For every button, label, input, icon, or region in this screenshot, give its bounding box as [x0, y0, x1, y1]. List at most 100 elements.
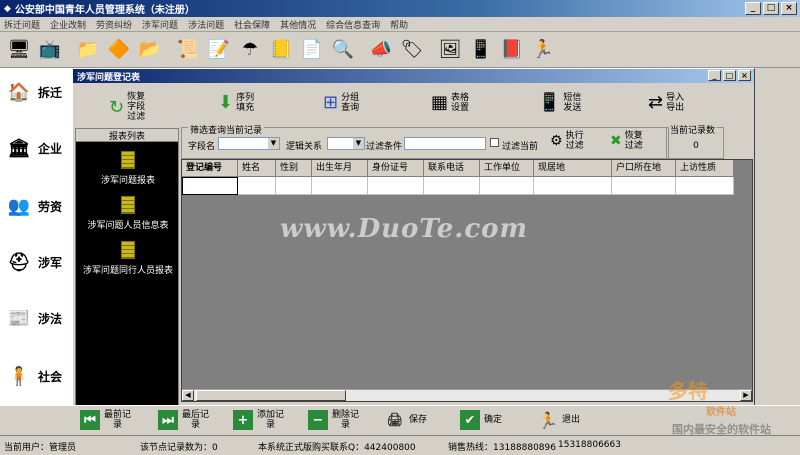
menu-item[interactable]: 帮助 [390, 18, 408, 31]
megaphone-icon[interactable]: 📣 [367, 35, 395, 65]
column-header[interactable]: 姓名 [238, 160, 276, 177]
notebook-icon[interactable]: 📒 [267, 35, 295, 65]
chevron-down-icon: ▼ [268, 138, 279, 149]
table-settings-button[interactable]: ▦ 表格 设置 [431, 92, 469, 113]
checkmark-icon: ✔ [460, 410, 480, 430]
restore-filter-button[interactable]: ✖ 恢复 过滤 [610, 131, 643, 151]
report-icon [121, 196, 135, 214]
table-cell[interactable] [182, 177, 238, 195]
exit-runner-icon: 🏃 [538, 410, 558, 430]
table-cell[interactable] [534, 177, 612, 195]
horizontal-scrollbar[interactable]: ◀ ▶ [182, 389, 752, 401]
report-item[interactable]: 涉军问题人员信息表 [76, 196, 180, 231]
group-query-button[interactable]: ⊞ 分组 查询 [323, 92, 359, 113]
delete-record-button[interactable]: − 删除记 录 [308, 410, 359, 430]
column-header[interactable]: 工作单位 [480, 160, 534, 177]
pda-icon[interactable]: 📱 [467, 35, 495, 65]
table-cell[interactable] [424, 177, 480, 195]
import-export-button[interactable]: ⇄ 导入 导出 [648, 92, 684, 113]
logo-watermark: 多特 软件站 国内最安全的软件站 [668, 375, 800, 437]
tag-icon[interactable]: 🏷 [398, 35, 426, 65]
menu-item[interactable]: 社会保障 [234, 18, 270, 31]
column-header[interactable]: 出生年月 [312, 160, 368, 177]
table-cell[interactable] [480, 177, 534, 195]
menu-item[interactable]: 涉军问题 [142, 18, 178, 31]
nav-item-social[interactable]: 🧍 社会 [6, 366, 62, 387]
condition-input[interactable] [404, 137, 486, 150]
confirm-button[interactable]: ✔ 确定 [460, 410, 502, 430]
exit-runner-icon[interactable]: 🏃 [529, 35, 557, 65]
child-minimize-button[interactable]: _ [708, 70, 721, 81]
close-button[interactable]: × [781, 2, 797, 15]
add-record-button[interactable]: + 添加记 录 [233, 410, 284, 430]
menu-item[interactable]: 劳资纠纷 [96, 18, 132, 31]
menu-item[interactable]: 拆迁问题 [4, 18, 40, 31]
report-list: 报表列表 涉军问题报表 涉军问题人员信息表 涉军问题同行人员报表 [75, 128, 179, 434]
column-header[interactable]: 性别 [276, 160, 312, 177]
table-icon: ▦ [431, 92, 449, 113]
shapes-icon[interactable]: 🔶 [105, 35, 133, 65]
table-cell[interactable] [612, 177, 676, 195]
plus-icon: + [233, 410, 253, 430]
document-search-icon[interactable]: 📄 [298, 35, 326, 65]
picture-icon[interactable]: 🖼 [436, 35, 464, 65]
minimize-button[interactable]: _ [745, 2, 761, 15]
child-maximize-button[interactable]: □ [723, 70, 736, 81]
data-grid[interactable]: 登记编号 姓名 性别 出生年月 身份证号 联系电话 工作单位 现居地 户口所在地… [181, 159, 753, 402]
scroll-icon[interactable]: 📜 [174, 35, 202, 65]
menu-item[interactable]: 其他情况 [280, 18, 316, 31]
child-close-button[interactable]: × [738, 70, 751, 81]
sequence-fill-button[interactable]: ⬇ 序列 填充 [218, 92, 254, 113]
record-count-legend: 当前记录数 [669, 123, 717, 136]
table-cell[interactable] [312, 177, 368, 195]
column-header[interactable]: 现居地 [534, 160, 612, 177]
report-item[interactable]: 涉军问题同行人员报表 [76, 241, 180, 276]
scroll-thumb[interactable] [196, 390, 346, 401]
maximize-button[interactable]: □ [763, 2, 779, 15]
nav-item-labor[interactable]: 👥 劳资 [6, 196, 62, 217]
column-header[interactable]: 登记编号 [182, 160, 238, 177]
first-record-button[interactable]: ⏮ 最前记 录 [80, 410, 131, 430]
restore-field-filter-button[interactable]: ↻ 恢复 字段 过滤 [109, 92, 145, 122]
chevron-down-icon: ▼ [353, 138, 364, 149]
column-header[interactable]: 身份证号 [368, 160, 424, 177]
folder-icon[interactable]: 📁 [74, 35, 102, 65]
menu-item[interactable]: 综合信息查询 [326, 18, 380, 31]
status-bar: 当前用户：管理员 该节点记录数为：0 本系统正式版购买联系Q：442400800… [0, 435, 800, 455]
record-count-value: 0 [693, 141, 699, 151]
filter-current-checkbox[interactable] [490, 138, 499, 147]
sms-send-button[interactable]: 📱 短信 发送 [538, 92, 581, 113]
field-name-select[interactable]: ▼ [218, 137, 280, 150]
nav-item-military[interactable]: ⛑ 涉军 [6, 252, 62, 273]
save-button[interactable]: 🖨 保存 [385, 410, 427, 430]
column-header[interactable]: 户口所在地 [612, 160, 676, 177]
magnifier-icon[interactable]: 🔍 [329, 35, 357, 65]
house-icon: 🏠 [7, 82, 31, 103]
monitor-icon[interactable]: 📺 [36, 35, 64, 65]
menu-item[interactable]: 企业改制 [50, 18, 86, 31]
column-header[interactable]: 上访性质 [676, 160, 734, 177]
execute-filter-button[interactable]: ⚙ 执行 过滤 [550, 131, 584, 151]
report-item[interactable]: 涉军问题报表 [76, 151, 180, 186]
column-header[interactable]: 联系电话 [424, 160, 480, 177]
folder-icon[interactable]: 📂 [136, 35, 164, 65]
logic-select[interactable]: ▼ [327, 137, 365, 150]
table-cell[interactable] [676, 177, 734, 195]
table-cell[interactable] [238, 177, 276, 195]
last-record-button[interactable]: ⏭ 最后记 录 [158, 410, 209, 430]
nav-item-legal[interactable]: 📰 涉法 [6, 308, 62, 329]
help-book-icon[interactable]: 📕 [498, 35, 526, 65]
table-cell[interactable] [276, 177, 312, 195]
umbrella-icon[interactable]: ☂ [236, 35, 264, 65]
status-phone: 15318806663 [558, 440, 621, 450]
nav-item-enterprise[interactable]: 🏛 企业 [6, 138, 62, 159]
menu-item[interactable]: 涉法问题 [188, 18, 224, 31]
table-cell[interactable] [368, 177, 424, 195]
computer-icon[interactable]: 🖥 [5, 35, 33, 65]
exit-button[interactable]: 🏃 退出 [538, 410, 580, 430]
edit-list-icon[interactable]: 📝 [205, 35, 233, 65]
scroll-left-icon[interactable]: ◀ [182, 390, 194, 401]
table-row[interactable] [182, 177, 734, 195]
nav-item-demolition[interactable]: 🏠 拆迁 [6, 82, 62, 103]
building-icon: 🏛 [7, 138, 31, 159]
